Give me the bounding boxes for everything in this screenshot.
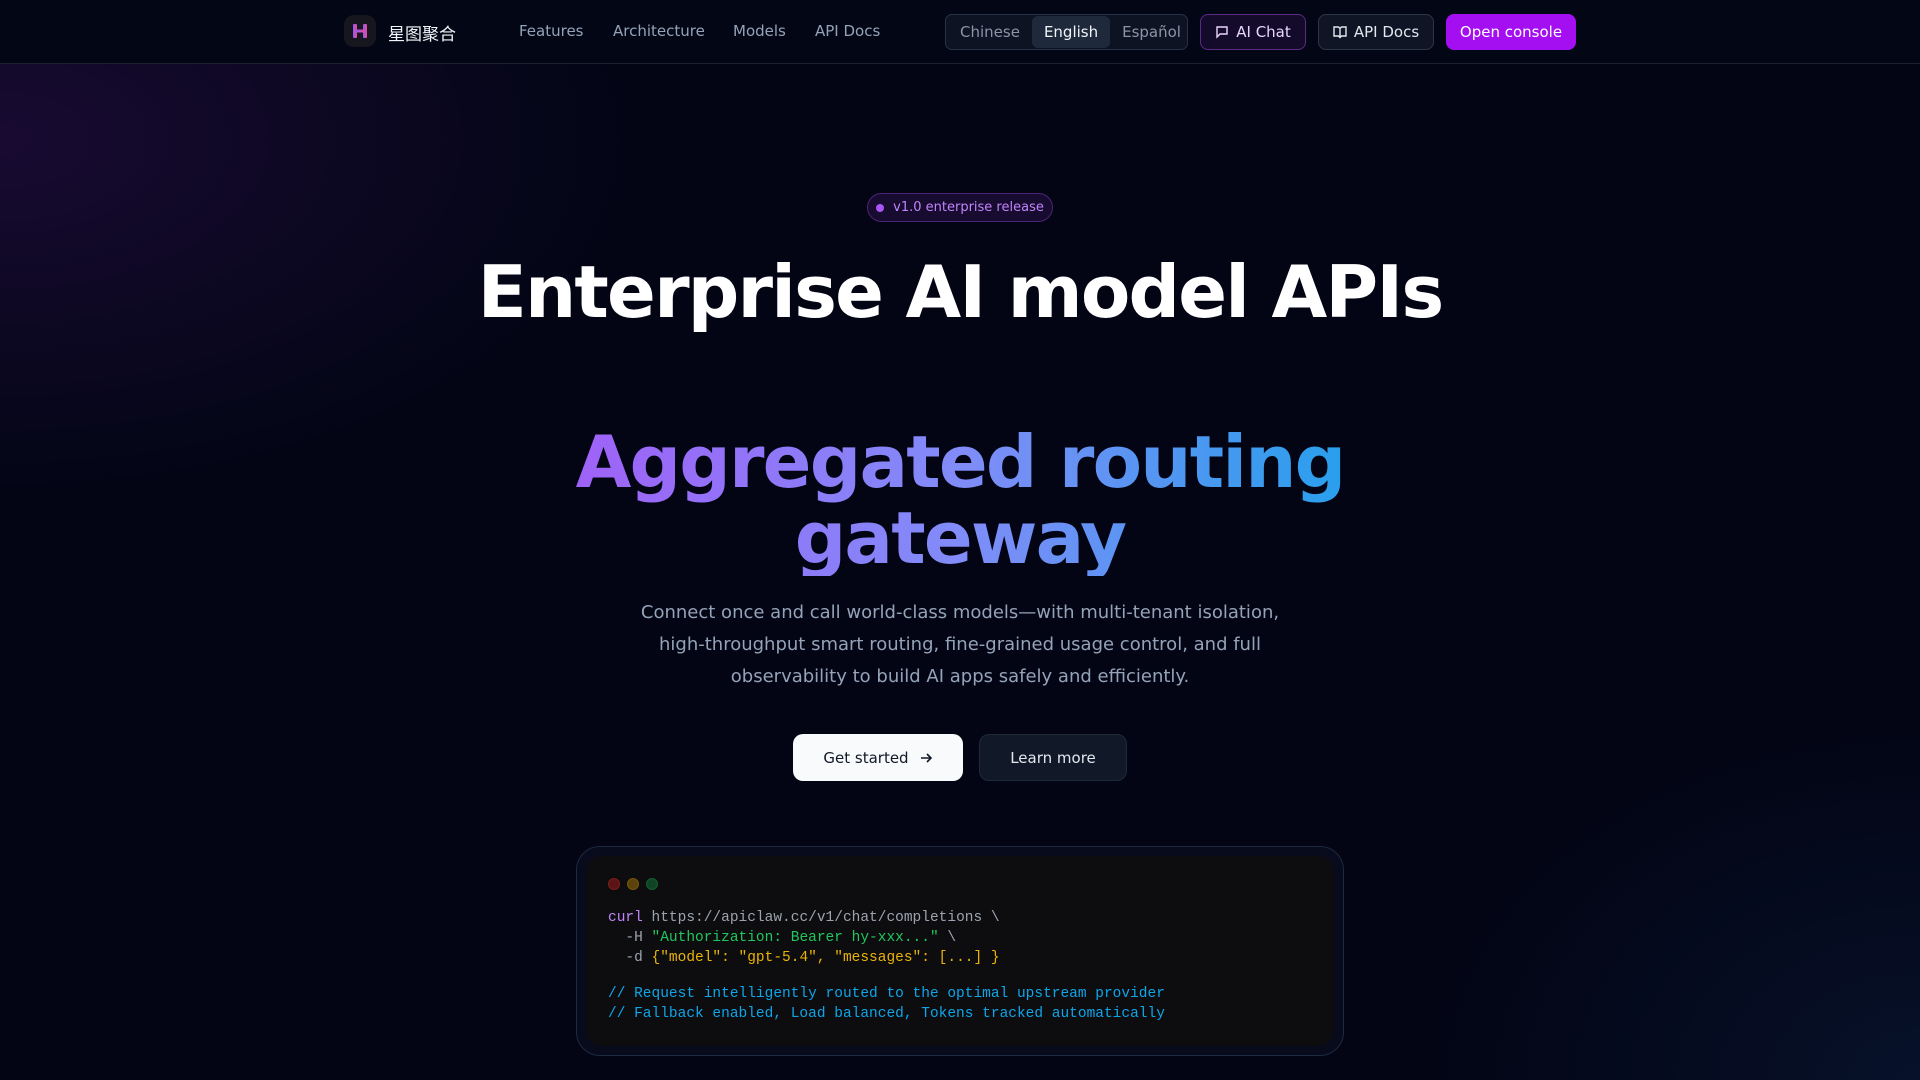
nav-link-features[interactable]: Features xyxy=(519,22,584,40)
language-switcher: Chinese English Español xyxy=(945,14,1188,50)
code-line-3: -d {"model": "gpt-5.4", "messages": [...… xyxy=(608,948,1312,968)
hero-subtitle: Connect once and call world-class models… xyxy=(640,602,1280,687)
gradient-text: Aggregated routing gateway xyxy=(460,424,1460,576)
code-data-value: {"model": "gpt-5.4", "messages": [...] } xyxy=(651,950,1000,966)
code-cmd: curl xyxy=(608,910,643,926)
code-block: curl https://apiclaw.cc/v1/chat/completi… xyxy=(586,856,1334,1046)
window-dots xyxy=(608,878,1312,890)
yellow-dot-icon xyxy=(627,878,639,890)
lang-chinese[interactable]: Chinese xyxy=(948,16,1032,48)
hero-title: Enterprise AI model APIs xyxy=(477,250,1445,334)
ai-chat-button[interactable]: AI Chat xyxy=(1200,14,1306,50)
nav-link-api-docs[interactable]: API Docs xyxy=(815,22,880,40)
code-sample-card: curl https://apiclaw.cc/v1/chat/completi… xyxy=(576,846,1344,1056)
nav-link-models[interactable]: Models xyxy=(733,22,786,40)
badge-text: v1.0 enterprise release xyxy=(893,200,1044,215)
api-docs-label: API Docs xyxy=(1353,23,1420,41)
code-comment-1: // Request intelligently routed to the o… xyxy=(608,986,1165,1002)
hero-title-gradient: Aggregated routing gateway xyxy=(460,424,1460,576)
release-badge: v1.0 enterprise release xyxy=(867,193,1053,222)
top-nav: 星图聚合 Features Architecture Models API Do… xyxy=(0,0,1920,64)
red-dot-icon xyxy=(608,878,620,890)
book-icon xyxy=(1333,26,1347,39)
green-dot-icon xyxy=(646,878,658,890)
nav-link-architecture[interactable]: Architecture xyxy=(613,22,705,40)
api-docs-button[interactable]: API Docs xyxy=(1318,14,1434,50)
open-console-button[interactable]: Open console xyxy=(1446,14,1576,50)
lang-espanol[interactable]: Español xyxy=(1110,16,1193,48)
code-comment-2: // Fallback enabled, Load balanced, Toke… xyxy=(608,1006,1165,1022)
code-line-1: curl https://apiclaw.cc/v1/chat/completi… xyxy=(608,908,1312,928)
learn-more-button[interactable]: Learn more xyxy=(979,734,1127,781)
arrow-right-icon xyxy=(920,752,932,763)
chat-icon xyxy=(1216,26,1228,39)
code-url: https://apiclaw.cc/v1/chat/completions \ xyxy=(642,910,1000,926)
dot-icon xyxy=(876,203,885,212)
code-continuation: \ xyxy=(938,930,957,946)
ai-chat-label: AI Chat xyxy=(1236,23,1291,41)
code-line-2: -H "Authorization: Bearer hy-xxx..." \ xyxy=(608,928,1312,948)
code-flag: -d xyxy=(608,950,652,966)
code-flag: -H xyxy=(608,930,652,946)
brand-name[interactable]: 星图聚合 xyxy=(388,20,456,45)
get-started-button[interactable]: Get started xyxy=(793,734,963,781)
get-started-label: Get started xyxy=(823,748,909,767)
code-header-value: "Authorization: Bearer hy-xxx..." xyxy=(651,930,939,946)
logo-icon[interactable] xyxy=(344,15,376,47)
lang-english[interactable]: English xyxy=(1031,16,1111,48)
